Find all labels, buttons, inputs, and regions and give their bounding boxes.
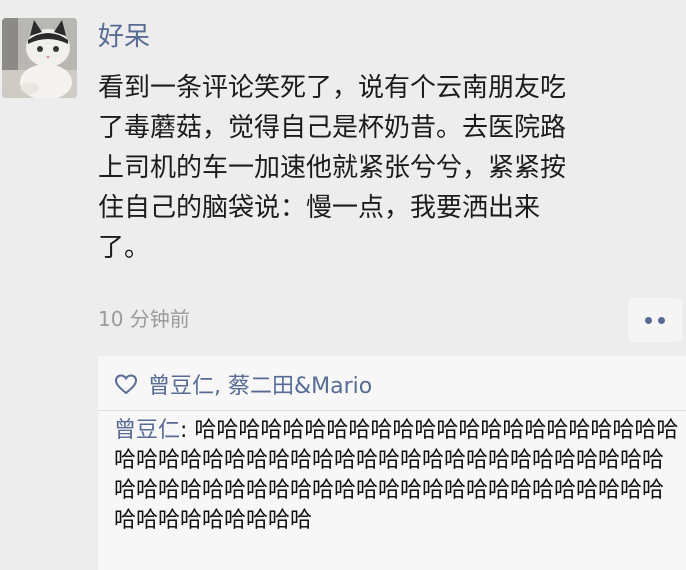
post-text-line: 了。 xyxy=(98,233,151,263)
avatar-cat-illustration xyxy=(2,18,77,98)
comment-author[interactable]: 曾豆仁 xyxy=(114,418,180,443)
author-avatar[interactable] xyxy=(2,18,77,98)
post-text-line: 上司机的车一加速他就紧张兮兮，紧紧按 xyxy=(98,153,567,183)
comment-item[interactable]: 曾豆仁: 哈哈哈哈哈哈哈哈哈哈哈哈哈哈哈哈哈哈哈哈哈哈哈哈哈哈哈哈哈哈哈哈哈哈哈… xyxy=(114,416,680,536)
more-dots-icon xyxy=(645,316,652,324)
comment-separator: : xyxy=(180,418,195,443)
post-text-line: 看到一条评论笑死了，说有个云南朋友吃 xyxy=(98,73,567,103)
more-dots-icon xyxy=(658,316,665,324)
post-text-line: 住自己的脑袋说：慢一点，我要洒出来 xyxy=(98,193,541,223)
liked-by-names[interactable]: 曾豆仁, 蔡二田&Mario xyxy=(148,368,372,400)
post-timestamp: 10 分钟前 xyxy=(98,307,190,331)
likes-row: 曾豆仁, 蔡二田&Mario xyxy=(114,368,372,400)
more-actions-button[interactable] xyxy=(628,298,682,342)
moments-post: 好呆 看到一条评论笑死了，说有个云南朋友吃 了毒蘑菇，觉得自己是杯奶昔。去医院路… xyxy=(0,0,686,570)
likes-comments-divider xyxy=(98,410,686,411)
likes-comments-panel: 曾豆仁, 蔡二田&Mario 曾豆仁: 哈哈哈哈哈哈哈哈哈哈哈哈哈哈哈哈哈哈哈哈… xyxy=(98,356,686,570)
comment-text: 哈哈哈哈哈哈哈哈哈哈哈哈哈哈哈哈哈哈哈哈哈哈哈哈哈哈哈哈哈哈哈哈哈哈哈哈哈哈哈哈… xyxy=(114,418,679,533)
heart-outline-icon xyxy=(114,374,138,395)
author-name[interactable]: 好呆 xyxy=(98,20,150,54)
post-text-line: 了毒蘑菇，觉得自己是杯奶昔。去医院路 xyxy=(98,113,567,143)
post-content: 看到一条评论笑死了，说有个云南朋友吃 了毒蘑菇，觉得自己是杯奶昔。去医院路 上司… xyxy=(98,68,678,268)
